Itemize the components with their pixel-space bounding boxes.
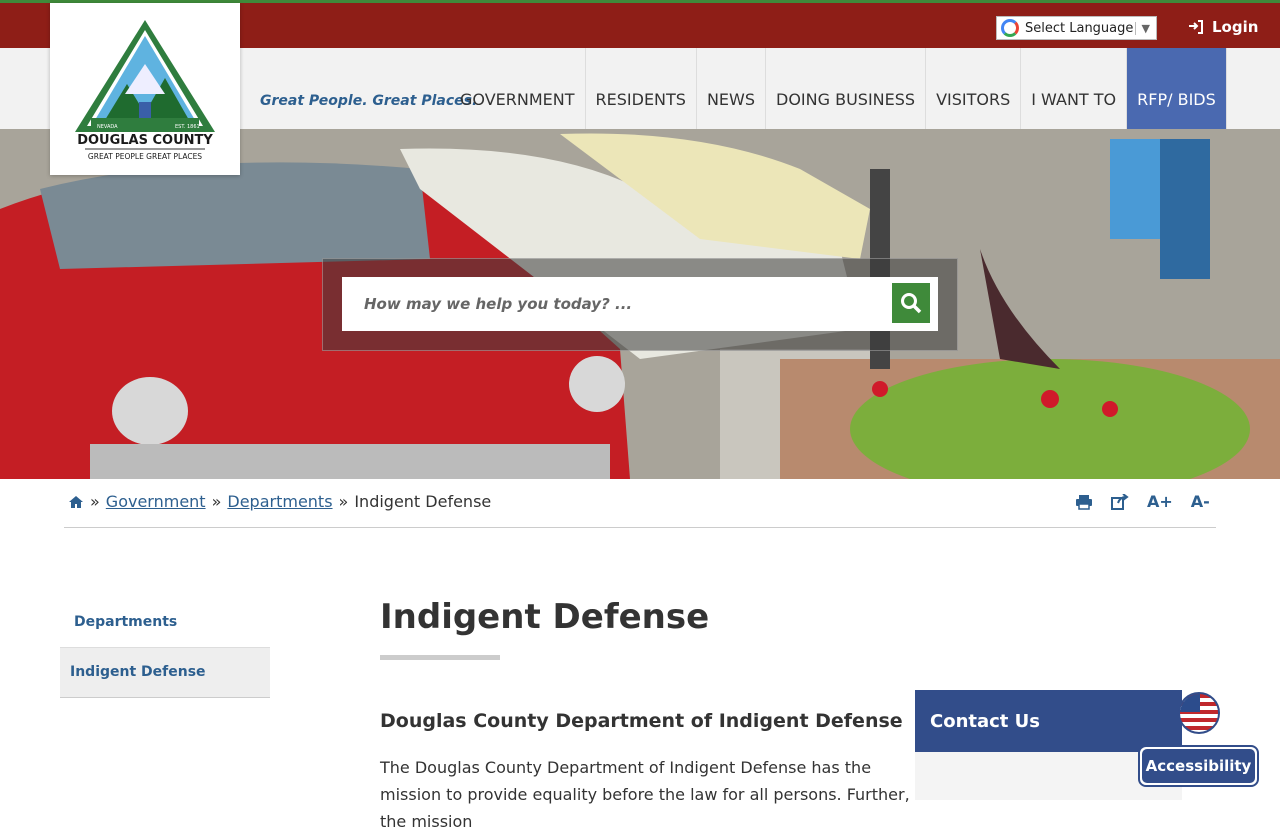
- tagline: Great People. Great Places.: [260, 93, 478, 109]
- main-nav: GOVERNMENT RESIDENTS NEWS DOING BUSINESS…: [450, 48, 1227, 129]
- intro-paragraph: The Douglas County Department of Indigen…: [380, 758, 910, 831]
- breadcrumb-separator: »: [90, 492, 100, 511]
- print-icon[interactable]: [1075, 494, 1093, 510]
- breadcrumb-government[interactable]: Government: [106, 492, 206, 511]
- svg-text:NEVADA: NEVADA: [97, 124, 118, 130]
- sidebar-item-departments[interactable]: Departments: [60, 598, 270, 648]
- breadcrumb-separator: »: [338, 492, 349, 511]
- nav-item-government[interactable]: GOVERNMENT: [450, 48, 586, 129]
- breadcrumb-divider: [64, 527, 1216, 528]
- breadcrumb-departments[interactable]: Departments: [227, 492, 332, 511]
- font-increase-button[interactable]: A+: [1147, 492, 1173, 511]
- logo-graphic: NEVADA EST. 1861 DOUGLAS COUNTY GREAT PE…: [75, 20, 215, 161]
- chevron-down-icon: ▼: [1134, 21, 1156, 35]
- search-button[interactable]: [892, 283, 930, 323]
- font-decrease-button[interactable]: A-: [1191, 492, 1210, 511]
- title-underline: [380, 655, 500, 660]
- accessibility-button[interactable]: Accessibility: [1138, 745, 1259, 787]
- google-icon: [1001, 19, 1019, 37]
- us-flag-icon[interactable]: [1178, 692, 1220, 734]
- breadcrumb: » Government » Departments » Indigent De…: [68, 492, 491, 511]
- search-input[interactable]: How may we help you today? ...: [342, 277, 938, 331]
- share-icon[interactable]: [1111, 493, 1129, 510]
- login-label: Login: [1212, 18, 1259, 36]
- nav-item-i-want-to[interactable]: I WANT TO: [1021, 48, 1128, 129]
- login-link[interactable]: Login: [1188, 18, 1258, 36]
- contact-us-header: Contact Us: [915, 690, 1182, 752]
- sign-in-icon: [1189, 20, 1203, 34]
- language-select[interactable]: Select Language ▼: [996, 16, 1157, 40]
- svg-text:GREAT PEOPLE GREAT PLACES: GREAT PEOPLE GREAT PLACES: [88, 152, 202, 161]
- svg-text:DOUGLAS COUNTY: DOUGLAS COUNTY: [77, 133, 213, 148]
- svg-text:EST. 1861: EST. 1861: [175, 124, 200, 130]
- breadcrumb-separator: »: [211, 492, 222, 511]
- nav-item-news[interactable]: NEWS: [697, 48, 767, 129]
- search-icon: [901, 293, 922, 314]
- section-heading: Douglas County Department of Indigent De…: [380, 710, 903, 732]
- breadcrumb-current: Indigent Defense: [354, 492, 492, 511]
- accessibility-label: Accessibility: [1142, 749, 1255, 783]
- county-logo[interactable]: NEVADA EST. 1861 DOUGLAS COUNTY GREAT PE…: [50, 3, 240, 175]
- nav-item-doing-business[interactable]: DOING BUSINESS: [766, 48, 927, 129]
- sidebar-item-indigent-defense[interactable]: Indigent Defense: [60, 648, 270, 698]
- page-title: Indigent Defense: [380, 597, 710, 637]
- nav-item-residents[interactable]: RESIDENTS: [586, 48, 697, 129]
- nav-item-rfp-bids[interactable]: RFP/ BIDS: [1127, 48, 1227, 129]
- language-label: Select Language: [1025, 20, 1134, 36]
- nav-item-visitors[interactable]: VISITORS: [926, 48, 1022, 129]
- home-icon[interactable]: [68, 495, 84, 509]
- page-tools: A+ A-: [1075, 492, 1210, 511]
